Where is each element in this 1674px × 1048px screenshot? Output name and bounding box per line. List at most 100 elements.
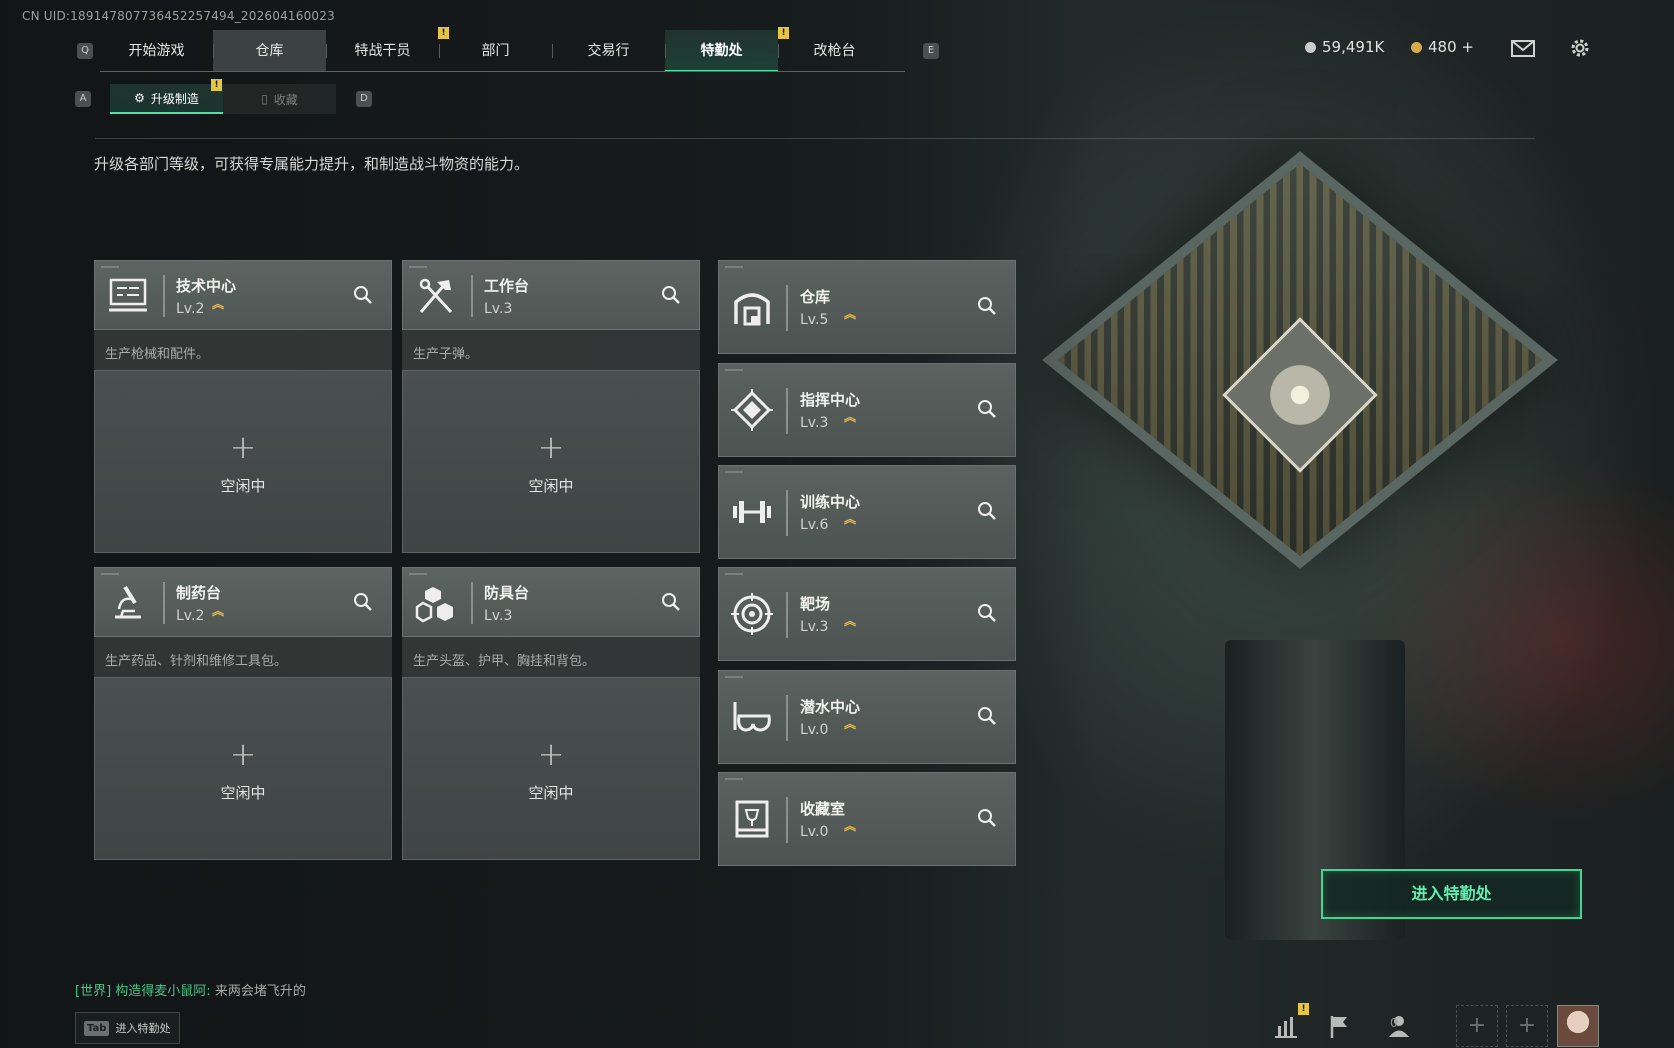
facility-level: Lv.3 bbox=[484, 608, 513, 624]
top-nav: 开始游戏 仓库 特战干员 部门 交易行 特勤处 改枪台 bbox=[100, 30, 891, 72]
chat-line[interactable]: [世界] 构造得麦小鼠阿: 来两会堵飞升的 bbox=[75, 980, 306, 999]
facility-name: 工作台 bbox=[484, 277, 530, 295]
header-separator bbox=[471, 275, 473, 317]
search-icon[interactable] bbox=[975, 397, 999, 421]
card-tag bbox=[725, 369, 743, 371]
gold-amount: 480 + bbox=[1428, 38, 1474, 56]
card-tag bbox=[725, 573, 743, 575]
tab-department[interactable]: 部门 bbox=[439, 30, 552, 72]
subtab-collection[interactable]: ▯ 收藏 bbox=[223, 84, 336, 114]
upgrade-arrow-icon: ︽ bbox=[844, 410, 857, 424]
facility-name: 防具台 bbox=[484, 584, 530, 602]
add-team-slot-button[interactable]: + bbox=[1506, 1005, 1548, 1047]
facility-card-collection-room[interactable]: 收藏室 Lv.0 ︽ bbox=[718, 772, 1016, 866]
search-icon[interactable] bbox=[975, 806, 999, 830]
upgrade-arrow-icon: ︽ bbox=[212, 604, 225, 618]
collection-icon: ▯ bbox=[261, 92, 268, 106]
tab-hint-enter[interactable]: Tab 进入特勤处 bbox=[75, 1012, 180, 1044]
flag-icon[interactable] bbox=[1325, 1012, 1353, 1040]
facility-card-training-center[interactable]: 训练中心 Lv.6 ︽ bbox=[718, 465, 1016, 559]
tab-operators[interactable]: 特战干员 bbox=[326, 30, 439, 72]
add-production-icon: + bbox=[229, 428, 257, 466]
facility-level: Lv.3 bbox=[800, 619, 829, 635]
subtab-collection-label: 收藏 bbox=[273, 92, 298, 107]
subtab-upgrade-craft[interactable]: ⚙ 升级制造 bbox=[110, 84, 223, 114]
search-icon[interactable] bbox=[975, 294, 999, 318]
card-tag bbox=[101, 266, 119, 268]
facility-level: Lv.2 bbox=[176, 608, 205, 624]
tab-hint-label: 进入特勤处 bbox=[115, 1022, 171, 1035]
trophy-case-icon bbox=[735, 800, 769, 838]
tab-special-ops[interactable]: 特勤处 bbox=[665, 30, 778, 72]
upgrade-arrow-icon: ︽ bbox=[844, 307, 857, 321]
facility-card-diving-center[interactable]: 潜水中心 Lv.0 ︽ bbox=[718, 670, 1016, 764]
top-nav-divider bbox=[100, 71, 905, 72]
card-tag bbox=[101, 573, 119, 575]
facility-name: 收藏室 bbox=[800, 800, 846, 818]
facility-level: Lv.2 bbox=[176, 301, 205, 317]
facility-card-warehouse[interactable]: 仓库 Lv.5 ︽ bbox=[718, 260, 1016, 354]
facility-name: 靶场 bbox=[800, 595, 831, 613]
upgrade-arrow-icon: ︽ bbox=[844, 614, 857, 628]
tab-trading[interactable]: 交易行 bbox=[552, 30, 665, 72]
upgrade-arrow-icon: ︽ bbox=[844, 819, 857, 833]
production-slot[interactable]: + 空闲中 bbox=[94, 370, 392, 553]
card-tag bbox=[409, 266, 427, 268]
search-icon[interactable] bbox=[659, 283, 683, 307]
facility-header-workbench[interactable]: 工作台 Lv.3 bbox=[402, 260, 700, 330]
header-separator bbox=[163, 275, 165, 317]
tab-storage[interactable]: 仓库 bbox=[213, 30, 326, 72]
card-tag bbox=[725, 266, 743, 268]
header-separator bbox=[786, 592, 788, 638]
player-avatar[interactable] bbox=[1557, 1005, 1599, 1047]
microscope-icon bbox=[115, 585, 141, 619]
section-divider bbox=[95, 138, 1535, 139]
header-separator bbox=[786, 695, 788, 741]
currency-coins[interactable]: 59,491K bbox=[1305, 38, 1384, 56]
hammer-wrench-icon bbox=[419, 278, 453, 314]
search-icon[interactable] bbox=[351, 590, 375, 614]
facility-card-shooting-range[interactable]: 靶场 Lv.3 ︽ bbox=[718, 567, 1016, 661]
production-slot[interactable]: + 空闲中 bbox=[402, 677, 700, 860]
production-slot[interactable]: + 空闲中 bbox=[402, 370, 700, 553]
gear-icon[interactable] bbox=[1567, 36, 1593, 60]
tab-start-game[interactable]: 开始游戏 bbox=[100, 30, 213, 72]
alert-badge-special-ops: ! bbox=[778, 27, 789, 39]
search-icon[interactable] bbox=[975, 704, 999, 728]
tab-gunsmith[interactable]: 改枪台 bbox=[778, 30, 891, 72]
command-emblem-icon bbox=[731, 389, 773, 431]
computer-terminal-icon bbox=[109, 278, 147, 312]
header-separator bbox=[786, 388, 788, 434]
production-slot[interactable]: + 空闲中 bbox=[94, 677, 392, 860]
card-tag bbox=[409, 573, 427, 575]
add-team-slot-button[interactable]: + bbox=[1456, 1005, 1498, 1047]
subtab-upgrade-label: 升级制造 bbox=[150, 91, 199, 106]
enter-special-ops-button[interactable]: 进入特勤处 bbox=[1321, 869, 1582, 919]
sub-nav: ⚙ 升级制造 ▯ 收藏 bbox=[110, 84, 336, 114]
user-uid: CN UID:189147807736452257494_20260416002… bbox=[22, 9, 335, 23]
facility-name: 技术中心 bbox=[176, 277, 237, 295]
search-icon[interactable] bbox=[351, 283, 375, 307]
facility-card-command-center[interactable]: 指挥中心 Lv.3 ︽ bbox=[718, 363, 1016, 457]
currency-gold[interactable]: 480 + bbox=[1411, 38, 1474, 56]
search-icon[interactable] bbox=[659, 590, 683, 614]
gold-coin-icon bbox=[1411, 41, 1422, 53]
stats-chart-icon[interactable] bbox=[1272, 1012, 1300, 1040]
search-icon[interactable] bbox=[975, 499, 999, 523]
target-icon bbox=[731, 593, 773, 635]
alert-badge-operators: ! bbox=[438, 27, 449, 39]
facility-level: Lv.6 bbox=[800, 517, 829, 533]
facility-header-pharmacy[interactable]: 制药台 Lv.2 ︽ bbox=[94, 567, 392, 637]
warehouse-icon bbox=[734, 293, 770, 326]
upgrade-arrow-icon: ︽ bbox=[844, 717, 857, 731]
slot-status: 空闲中 bbox=[220, 477, 266, 495]
coin-icon bbox=[1305, 41, 1316, 53]
facility-header-armor[interactable]: 防具台 Lv.3 bbox=[402, 567, 700, 637]
facility-header-tech-center[interactable]: 技术中心 Lv.2 ︽ bbox=[94, 260, 392, 330]
upgrade-arrow-icon: ︽ bbox=[212, 297, 225, 311]
header-separator bbox=[786, 797, 788, 843]
card-tag bbox=[725, 778, 743, 780]
mail-icon[interactable] bbox=[1510, 36, 1536, 60]
search-icon[interactable] bbox=[975, 601, 999, 625]
header-separator bbox=[163, 582, 165, 624]
